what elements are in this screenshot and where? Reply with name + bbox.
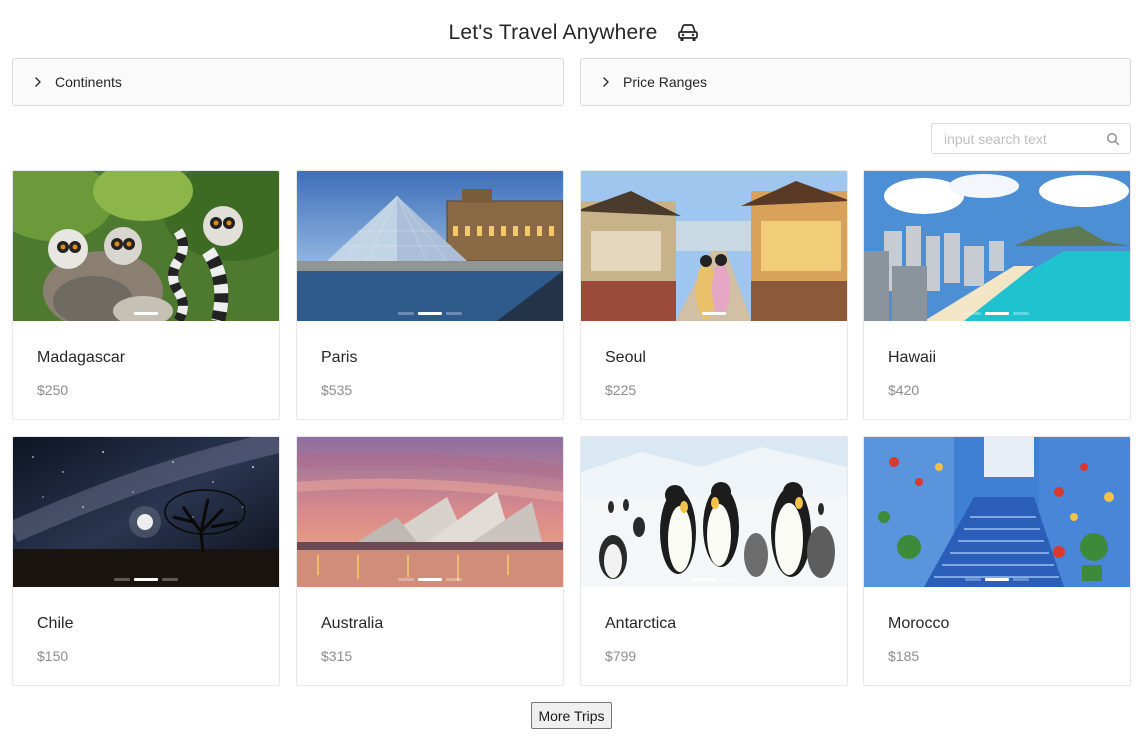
carousel-dot[interactable] (446, 578, 462, 581)
continents-label: Continents (55, 74, 122, 90)
carousel-dots (581, 578, 847, 581)
car-icon (677, 23, 699, 43)
carousel-dots (864, 578, 1130, 581)
trip-price: $315 (321, 648, 353, 664)
trip-image-carousel[interactable] (864, 437, 1130, 587)
trip-card-chile[interactable]: Chile $150 (12, 436, 280, 686)
carousel-dot[interactable] (398, 312, 414, 315)
trip-name: Madagascar (37, 349, 126, 366)
trip-card-hawaii[interactable]: Hawaii $420 (863, 170, 1131, 420)
price-ranges-label: Price Ranges (623, 74, 708, 90)
carousel-dot[interactable] (418, 578, 442, 581)
trip-price: $225 (605, 382, 637, 398)
trip-image-carousel[interactable] (13, 437, 279, 587)
carousel-dot[interactable] (1013, 312, 1029, 315)
trip-price: $185 (888, 648, 920, 664)
trip-card-australia[interactable]: Australia $315 (296, 436, 564, 686)
search-icon[interactable] (1106, 132, 1120, 146)
carousel-dots (297, 578, 563, 581)
carousel-dot[interactable] (692, 578, 716, 581)
trip-price: $535 (321, 382, 353, 398)
trip-name: Chile (37, 615, 74, 632)
trip-price: $799 (605, 648, 637, 664)
trip-card-madagascar[interactable]: Madagascar $250 (12, 170, 280, 420)
carousel-dot[interactable] (702, 312, 726, 315)
trip-image-carousel[interactable] (581, 437, 847, 587)
trip-name: Seoul (605, 349, 646, 366)
carousel-dot[interactable] (1013, 578, 1029, 581)
page-header: Let's Travel Anywhere (0, 18, 1148, 48)
carousel-dot[interactable] (134, 312, 158, 315)
chevron-right-icon (599, 75, 613, 89)
trip-image-carousel[interactable] (13, 171, 279, 321)
carousel-dot[interactable] (446, 312, 462, 315)
carousel-dot[interactable] (985, 312, 1009, 315)
carousel-dot[interactable] (162, 578, 178, 581)
carousel-dot[interactable] (134, 578, 158, 581)
carousel-dots (581, 312, 847, 315)
trip-name: Australia (321, 615, 384, 632)
carousel-dot[interactable] (398, 578, 414, 581)
carousel-dot[interactable] (985, 578, 1009, 581)
price-ranges-filter[interactable]: Price Ranges (580, 58, 1131, 106)
carousel-dot[interactable] (114, 578, 130, 581)
trip-name: Morocco (888, 615, 950, 632)
trip-card-paris[interactable]: Paris $535 (296, 170, 564, 420)
trip-name: Paris (321, 349, 358, 366)
carousel-dots (864, 312, 1130, 315)
trip-card-seoul[interactable]: Seoul $225 (580, 170, 848, 420)
carousel-dots (13, 578, 279, 581)
trip-price: $420 (888, 382, 920, 398)
trip-image-carousel[interactable] (864, 171, 1130, 321)
trip-price: $150 (37, 648, 69, 664)
carousel-dot[interactable] (965, 578, 981, 581)
search-input[interactable] (944, 130, 1106, 147)
carousel-dot[interactable] (720, 578, 736, 581)
trip-price: $250 (37, 382, 69, 398)
trip-name: Hawaii (888, 349, 937, 366)
trip-name: Antarctica (605, 615, 677, 632)
trip-image-carousel[interactable] (297, 171, 563, 321)
carousel-dot[interactable] (965, 312, 981, 315)
continents-filter[interactable]: Continents (12, 58, 564, 106)
trip-image-carousel[interactable] (581, 171, 847, 321)
trip-card-morocco[interactable]: Morocco $185 (863, 436, 1131, 686)
page-title: Let's Travel Anywhere (448, 21, 658, 44)
carousel-dot[interactable] (418, 312, 442, 315)
trip-card-antarctica[interactable]: Antarctica $799 (580, 436, 848, 686)
more-trips-button[interactable]: More Trips (531, 702, 612, 729)
chevron-right-icon (31, 75, 45, 89)
carousel-dots (13, 312, 279, 315)
trip-image-carousel[interactable] (297, 437, 563, 587)
search-box (931, 123, 1131, 154)
carousel-dots (297, 312, 563, 315)
